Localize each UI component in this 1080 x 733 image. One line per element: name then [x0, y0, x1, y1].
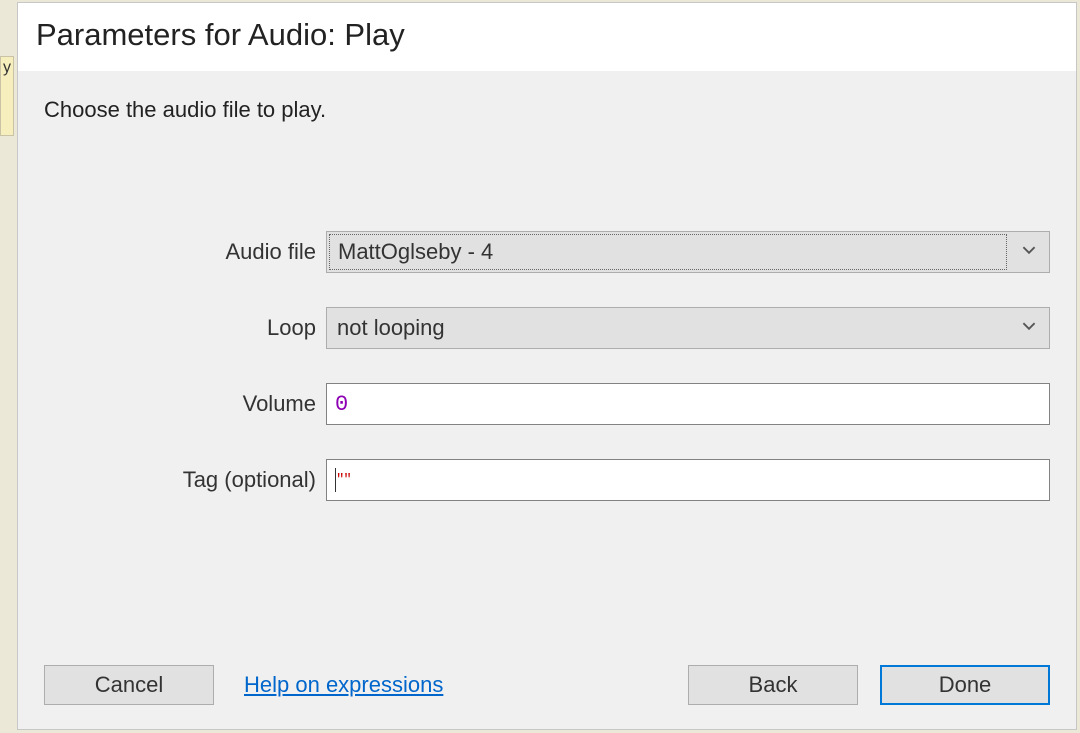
parameters-form: Audio file MattOglseby - 4: [44, 231, 1050, 501]
dialog-content: Choose the audio file to play. Audio fil…: [18, 71, 1076, 501]
row-loop: Loop not looping: [44, 307, 1050, 349]
loop-dropdown[interactable]: not looping: [326, 307, 1050, 349]
volume-input[interactable]: 0: [326, 383, 1050, 425]
help-on-expressions-link[interactable]: Help on expressions: [244, 672, 443, 698]
audio-file-dropdown[interactable]: MattOglseby - 4: [326, 231, 1050, 273]
background-tab-fragment: y: [0, 56, 14, 136]
row-audio-file: Audio file MattOglseby - 4: [44, 231, 1050, 273]
back-button-label: Back: [749, 672, 798, 698]
dialog-button-row: Cancel Help on expressions Back Done: [44, 665, 1050, 705]
back-button[interactable]: Back: [688, 665, 858, 705]
instruction-text: Choose the audio file to play.: [44, 97, 1050, 123]
done-button[interactable]: Done: [880, 665, 1050, 705]
audio-file-dropdown-button[interactable]: [1009, 232, 1049, 272]
done-button-label: Done: [939, 672, 992, 698]
loop-value: not looping: [337, 315, 445, 341]
audio-file-value: MattOglseby - 4: [338, 239, 493, 265]
dialog-titlebar: Parameters for Audio: Play: [18, 3, 1076, 71]
background-tab-char: y: [3, 59, 11, 76]
chevron-down-icon: [1022, 319, 1036, 338]
cancel-button[interactable]: Cancel: [44, 665, 214, 705]
dialog-title: Parameters for Audio: Play: [36, 17, 405, 52]
volume-value: 0: [335, 392, 348, 417]
tag-value: "": [336, 472, 351, 488]
chevron-down-icon: [1022, 243, 1036, 262]
row-tag: Tag (optional) "": [44, 459, 1050, 501]
label-tag: Tag (optional): [44, 467, 326, 493]
label-audio-file: Audio file: [44, 239, 326, 265]
parameters-dialog: Parameters for Audio: Play Choose the au…: [17, 2, 1077, 730]
row-volume: Volume 0: [44, 383, 1050, 425]
help-link-label: Help on expressions: [244, 672, 443, 697]
tag-input[interactable]: "": [326, 459, 1050, 501]
cancel-button-label: Cancel: [95, 672, 163, 698]
label-volume: Volume: [44, 391, 326, 417]
label-loop: Loop: [44, 315, 326, 341]
loop-dropdown-button[interactable]: [1009, 308, 1049, 348]
